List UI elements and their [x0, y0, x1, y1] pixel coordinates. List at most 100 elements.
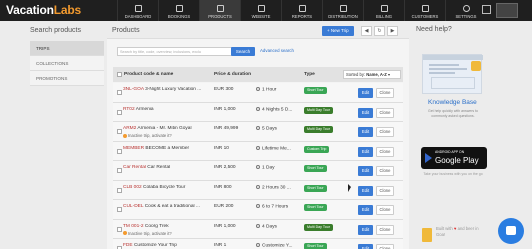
clone-button[interactable]: Clone: [376, 205, 394, 215]
next-page-button[interactable]: ▶: [387, 26, 398, 36]
clone-button[interactable]: Clone: [376, 185, 394, 196]
search-products-title: Search products: [30, 27, 81, 34]
edit-button[interactable]: Edit: [358, 88, 373, 98]
table-row: RT02 Armenia INR 1,000 4 Nights 5 D... Mult…: [113, 102, 403, 122]
edit-button[interactable]: Edit: [358, 107, 373, 118]
clone-button[interactable]: Clone: [376, 88, 394, 98]
inactive-trip-link[interactable]: Inactive trip, activate it?: [123, 133, 172, 138]
nav-label: BOOKINGS: [167, 14, 191, 19]
nav-website[interactable]: WEBSITE: [240, 0, 281, 21]
chat-widget-button[interactable]: [498, 218, 524, 244]
menu-item-collections[interactable]: COLLECTIONS: [30, 56, 104, 71]
advanced-search-link[interactable]: Advanced search: [260, 48, 294, 53]
new-trip-button[interactable]: + New Trip: [322, 26, 354, 36]
google-play-description: Take your business with you on the go: [423, 172, 483, 176]
menu-item-trips[interactable]: TRIPS: [30, 41, 104, 56]
column-header-type: Type: [304, 72, 315, 77]
clock-icon: [256, 87, 260, 91]
clone-button[interactable]: Clone: [376, 107, 394, 118]
table-row: FDE Customize Your Trip INR 1 Customize Y.…: [113, 239, 403, 249]
clone-button[interactable]: Clone: [376, 224, 394, 235]
sort-select[interactable]: Sorted by: Name, A-Z ▾: [343, 70, 401, 79]
row-checkbox[interactable]: [117, 109, 122, 115]
table-row: ARM2 Armenia - Mr. Mitin Goyal Inactive t…: [113, 122, 403, 142]
product-type-badge: Short Tour: [304, 87, 327, 94]
product-name-link[interactable]: Car Rental Car Rental: [123, 165, 215, 170]
nav-label: REPORTS: [291, 14, 313, 19]
clone-button[interactable]: Clone: [376, 146, 394, 157]
reports-icon: [298, 5, 306, 12]
product-name-link[interactable]: RT02 Armenia: [123, 107, 215, 112]
left-panel: Search products TRIPS COLLECTIONS PROMOT…: [24, 21, 104, 249]
row-checkbox[interactable]: [117, 168, 122, 173]
row-checkbox[interactable]: [117, 129, 122, 134]
prev-page-button[interactable]: ◀: [361, 26, 372, 36]
search-input[interactable]: Search by title, code, overview, inclusi…: [117, 47, 233, 56]
edit-button[interactable]: Edit: [358, 146, 373, 157]
edit-button[interactable]: Edit: [358, 185, 373, 196]
row-checkbox[interactable]: [117, 90, 122, 95]
clone-button[interactable]: Clone: [376, 244, 394, 249]
clock-icon: [256, 223, 260, 228]
row-checkbox[interactable]: [117, 187, 122, 193]
product-duration: Lifetime Me...: [256, 145, 291, 151]
knowledge-base-illustration[interactable]: [422, 54, 483, 94]
product-price: INR 1,000: [214, 106, 236, 112]
menu-item-promotions[interactable]: PROMOTIONS: [30, 71, 104, 86]
google-play-badge[interactable]: ANDROID APP ON Google Play: [421, 147, 487, 169]
product-price: INR 800: [214, 184, 232, 190]
nav-billing[interactable]: BILLING: [363, 0, 404, 21]
nav-customers[interactable]: CUSTOMERS: [404, 0, 445, 21]
nav-products[interactable]: PRODUCTS: [199, 0, 240, 21]
edit-button[interactable]: Edit: [358, 127, 373, 137]
nav-distribution[interactable]: DISTRIBUTION: [322, 0, 363, 21]
product-name-link[interactable]: CUL-DEL Cook & eat a traditional ...: [123, 204, 215, 209]
nav-reports[interactable]: REPORTS: [281, 0, 322, 21]
nav-settings[interactable]: SETTINGS: [445, 0, 486, 21]
distribution-icon: [339, 5, 347, 12]
clone-button[interactable]: Clone: [376, 166, 394, 176]
edit-button[interactable]: Edit: [358, 244, 373, 249]
google-play-icon: [425, 153, 432, 163]
logout-icon[interactable]: [482, 5, 491, 14]
product-name-link[interactable]: 3NL-GOA 3-Night Luxury Vacation ...: [123, 87, 215, 92]
clone-button[interactable]: Clone: [376, 127, 394, 137]
beer-icon: [422, 228, 432, 242]
product-name-link[interactable]: TM 001-2 Coorg Trek: [123, 224, 215, 229]
help-panel: Need help? Knowledge Base Get help quick…: [412, 21, 532, 249]
app-logo[interactable]: VacationLabs: [6, 3, 81, 17]
column-header-price: Price & duration: [214, 72, 252, 77]
edit-button[interactable]: Edit: [358, 224, 373, 235]
product-type-badge: Short Tour: [304, 204, 327, 211]
top-navigation-bar: VacationLabs DASHBOARD BOOKINGS PRODUCTS WE…: [0, 0, 532, 21]
table-row: MEMBER BECOME a Member INR 10 Lifetime Me.…: [113, 141, 403, 161]
inactive-trip-link[interactable]: Inactive trip, activate it?: [123, 231, 172, 236]
products-table-body: 3NL-GOA 3-Night Luxury Vacation ... EUR 3…: [113, 83, 403, 249]
row-checkbox[interactable]: [117, 207, 122, 212]
product-name-link[interactable]: MEMBER BECOME a Member: [123, 146, 215, 151]
nav-bookings[interactable]: BOOKINGS: [158, 0, 199, 21]
search-button[interactable]: Search: [231, 47, 255, 56]
mouse-cursor-icon: [348, 184, 351, 192]
product-type-badge: Short Tour: [304, 184, 327, 192]
product-duration: 4 Nights 5 D...: [256, 106, 292, 112]
edit-button[interactable]: Edit: [358, 205, 373, 215]
table-row: TM 001-2 Coorg Trek Inactive trip, activa…: [113, 219, 403, 239]
product-name-link[interactable]: ARM2 Armenia - Mr. Mitin Goyal: [123, 126, 215, 131]
product-name-link[interactable]: CLB 002 Colaba Bicycle Tour: [123, 185, 215, 190]
nav-dashboard[interactable]: DASHBOARD: [117, 0, 158, 21]
select-all-checkbox[interactable]: [117, 72, 122, 77]
row-checkbox[interactable]: [117, 148, 122, 154]
product-price: EUR 300: [214, 87, 234, 92]
product-name-link[interactable]: FDE Customize Your Trip: [123, 243, 215, 248]
product-type-badge: Short Tour: [304, 243, 327, 249]
refresh-button[interactable]: ↻: [374, 26, 385, 36]
products-panel: Products + New Trip ◀ ↻ ▶ Search by titl…: [107, 21, 409, 249]
table-row: CUL-DEL Cook & eat a traditional ... EUR …: [113, 200, 403, 220]
edit-button[interactable]: Edit: [358, 166, 373, 176]
row-checkbox[interactable]: [117, 226, 122, 232]
knowledge-base-link[interactable]: Knowledge Base: [428, 99, 477, 106]
user-avatar[interactable]: [496, 3, 518, 18]
clock-icon: [256, 106, 260, 111]
main-nav: DASHBOARD BOOKINGS PRODUCTS WEBSITE REPORTS D…: [117, 0, 486, 21]
